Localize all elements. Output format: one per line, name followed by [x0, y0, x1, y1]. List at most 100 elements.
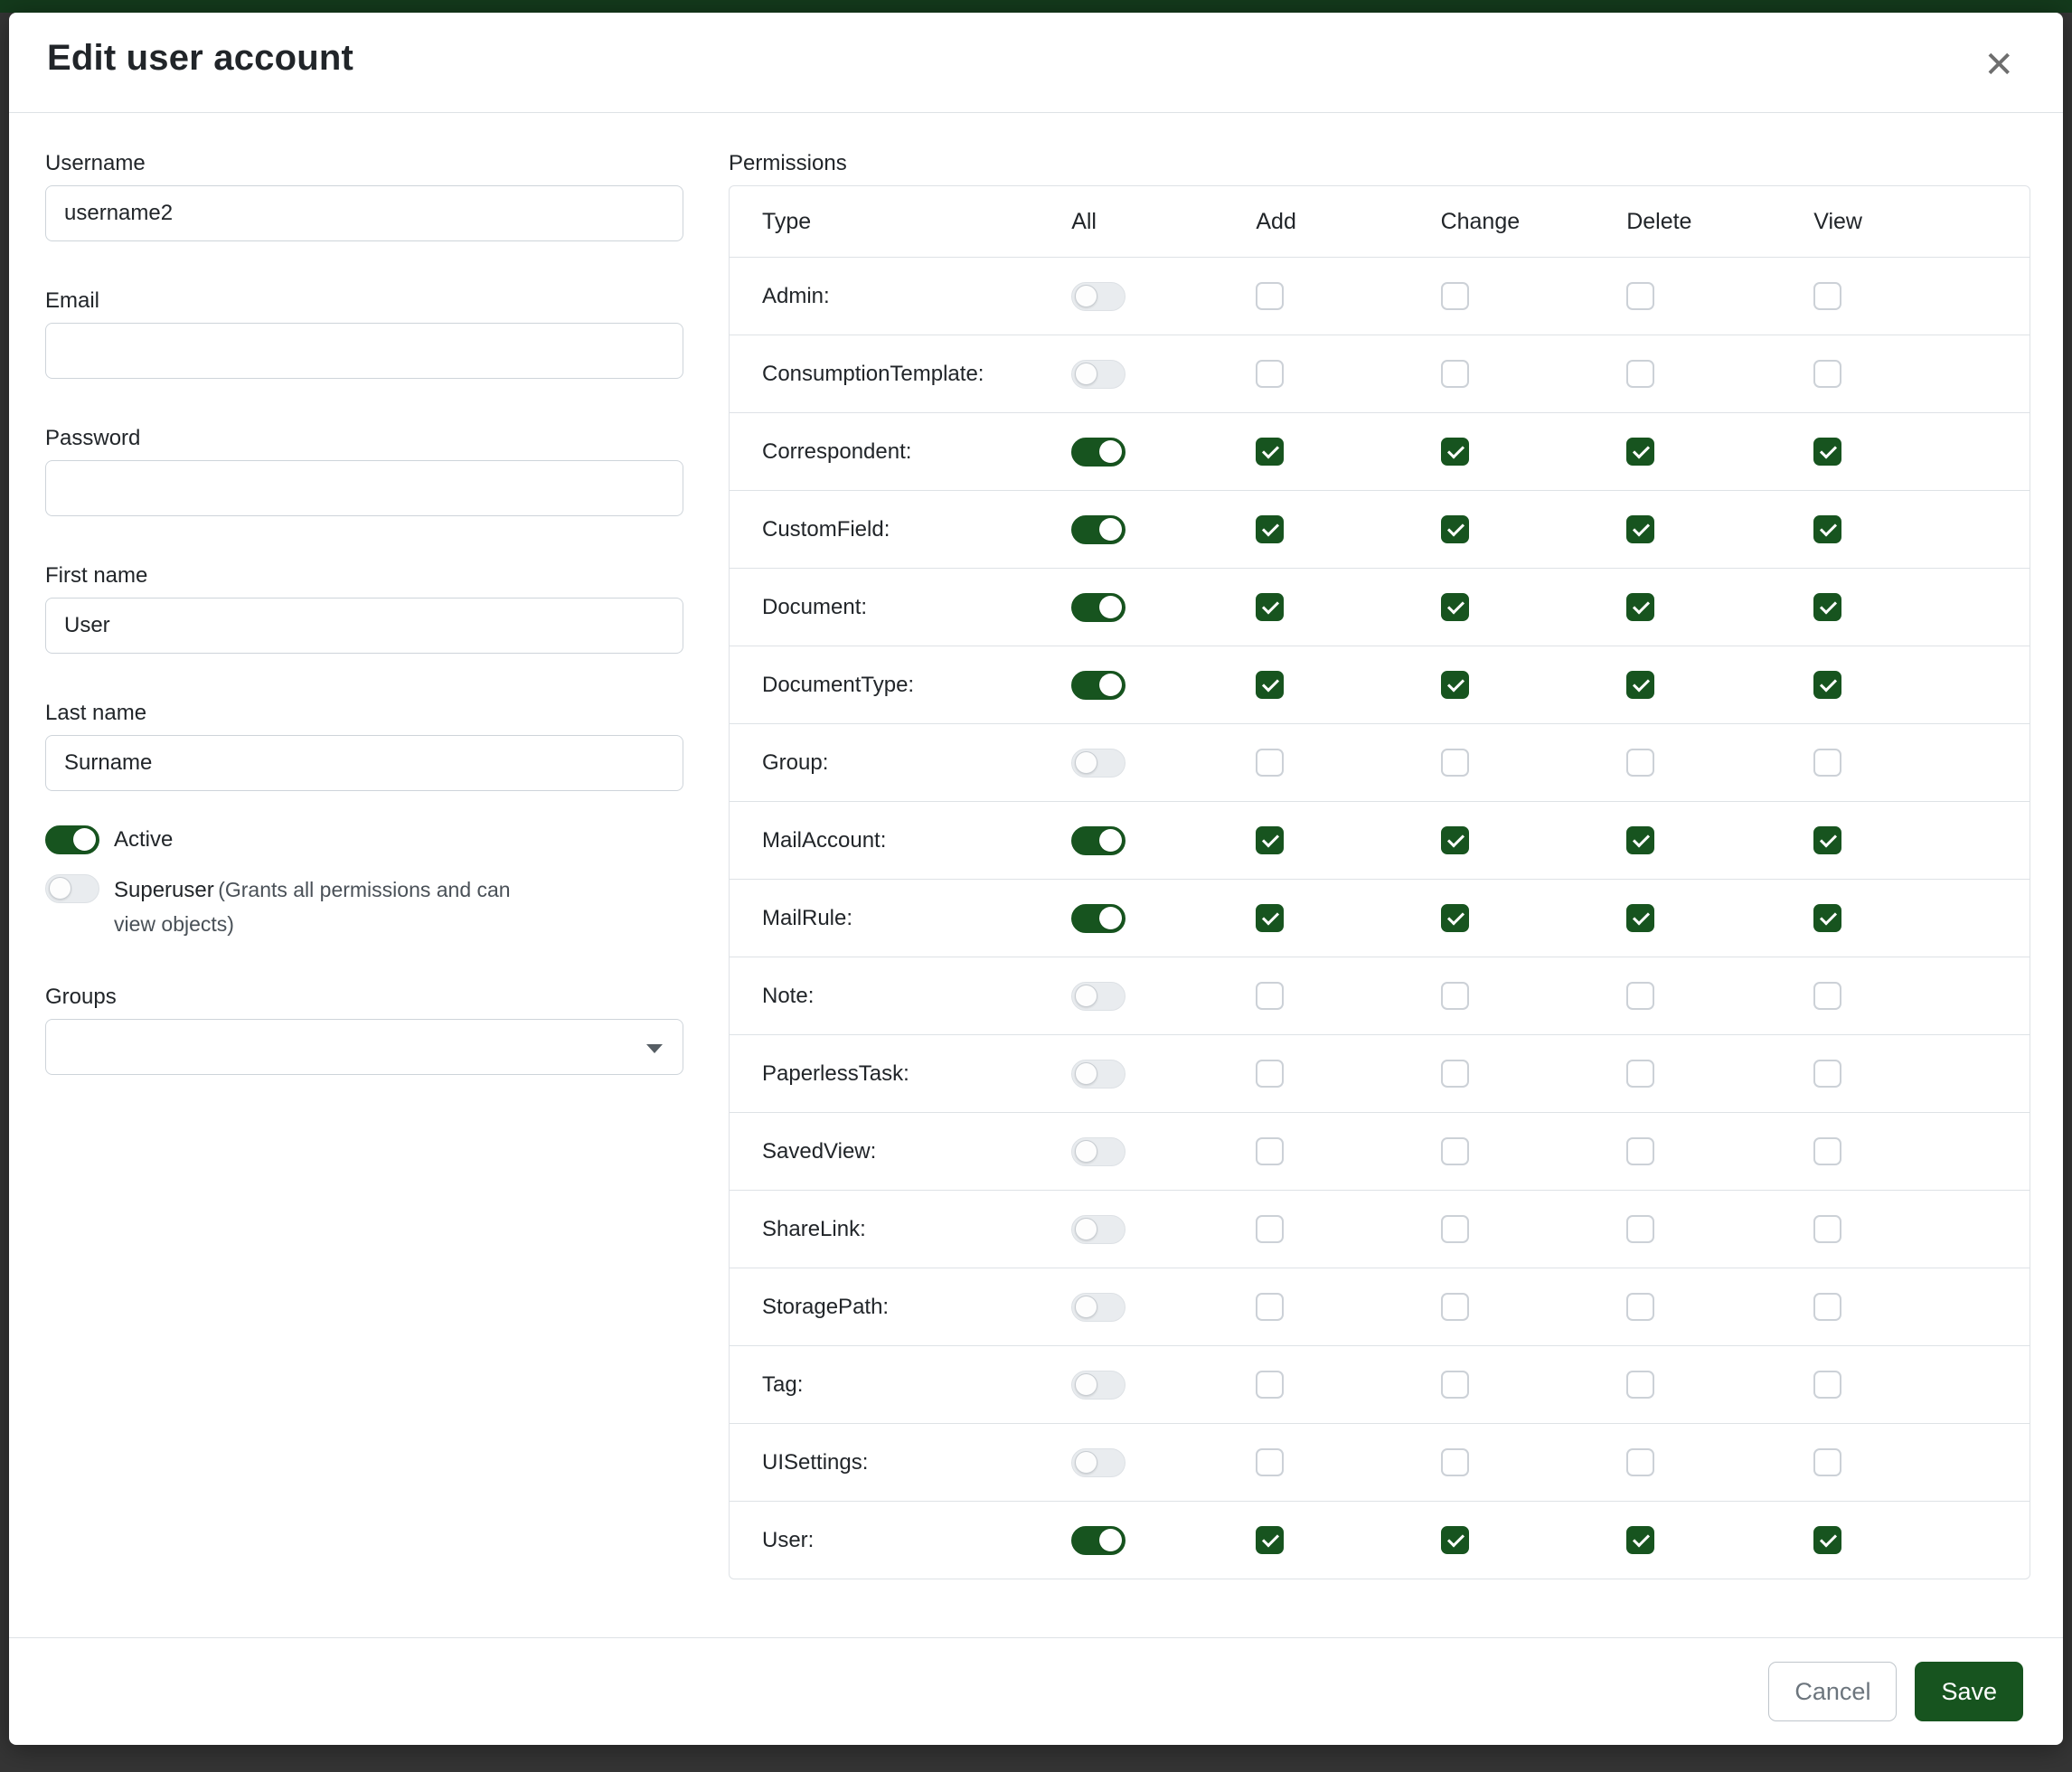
permission-view-checkbox[interactable]: [1813, 282, 1841, 310]
permission-view-checkbox[interactable]: [1813, 1215, 1841, 1243]
permission-all-toggle[interactable]: [1071, 1060, 1125, 1089]
username-input[interactable]: [45, 185, 683, 241]
permission-delete-checkbox[interactable]: [1626, 671, 1654, 699]
permission-all-toggle[interactable]: [1071, 360, 1125, 389]
permission-all-toggle[interactable]: [1071, 826, 1125, 855]
permission-delete-checkbox[interactable]: [1626, 1060, 1654, 1088]
permission-add-checkbox[interactable]: [1256, 1293, 1284, 1321]
permission-change-checkbox[interactable]: [1441, 1060, 1469, 1088]
permission-change-checkbox[interactable]: [1441, 360, 1469, 388]
permission-view-checkbox[interactable]: [1813, 982, 1841, 1010]
permission-add-checkbox[interactable]: [1256, 1137, 1284, 1165]
permission-view-checkbox[interactable]: [1813, 826, 1841, 854]
permission-delete-checkbox[interactable]: [1626, 1215, 1654, 1243]
permission-all-toggle[interactable]: [1071, 1137, 1125, 1166]
permission-add-checkbox[interactable]: [1256, 1526, 1284, 1554]
permission-delete-checkbox[interactable]: [1626, 749, 1654, 777]
permission-all-toggle[interactable]: [1071, 1371, 1125, 1400]
permission-view-checkbox[interactable]: [1813, 1293, 1841, 1321]
permission-change-checkbox[interactable]: [1441, 671, 1469, 699]
permission-delete-checkbox[interactable]: [1626, 360, 1654, 388]
permission-delete-checkbox[interactable]: [1626, 1448, 1654, 1476]
permission-all-toggle[interactable]: [1071, 438, 1125, 467]
permission-delete-checkbox[interactable]: [1626, 282, 1654, 310]
permission-change-checkbox[interactable]: [1441, 1293, 1469, 1321]
permission-change-checkbox[interactable]: [1441, 904, 1469, 932]
permission-delete-checkbox[interactable]: [1626, 1526, 1654, 1554]
permission-add-checkbox[interactable]: [1256, 360, 1284, 388]
permission-delete-checkbox[interactable]: [1626, 904, 1654, 932]
permission-all-toggle[interactable]: [1071, 1293, 1125, 1322]
permission-add-checkbox[interactable]: [1256, 671, 1284, 699]
permission-delete-checkbox[interactable]: [1626, 982, 1654, 1010]
permission-view-checkbox[interactable]: [1813, 515, 1841, 543]
permission-all-toggle[interactable]: [1071, 671, 1125, 700]
permission-change-checkbox[interactable]: [1441, 749, 1469, 777]
permission-change-checkbox[interactable]: [1441, 1371, 1469, 1399]
superuser-label: Superuser: [114, 878, 214, 902]
groups-select[interactable]: [45, 1019, 683, 1075]
permission-view-checkbox[interactable]: [1813, 749, 1841, 777]
permission-all-toggle[interactable]: [1071, 749, 1125, 778]
permission-change-checkbox[interactable]: [1441, 515, 1469, 543]
permission-type-label: Correspondent:: [730, 439, 1071, 465]
permission-change-checkbox[interactable]: [1441, 982, 1469, 1010]
permission-all-toggle[interactable]: [1071, 1526, 1125, 1555]
permission-delete-checkbox[interactable]: [1626, 593, 1654, 621]
permission-view-checkbox[interactable]: [1813, 593, 1841, 621]
permission-all-toggle[interactable]: [1071, 515, 1125, 544]
permission-view-checkbox[interactable]: [1813, 1526, 1841, 1554]
permission-change-checkbox[interactable]: [1441, 282, 1469, 310]
permission-change-checkbox[interactable]: [1441, 1215, 1469, 1243]
password-field[interactable]: [45, 460, 683, 516]
permission-add-checkbox[interactable]: [1256, 515, 1284, 543]
save-button[interactable]: Save: [1915, 1662, 2023, 1721]
permission-view-checkbox[interactable]: [1813, 438, 1841, 466]
permission-add-checkbox[interactable]: [1256, 749, 1284, 777]
permission-delete-checkbox[interactable]: [1626, 1137, 1654, 1165]
permission-add-checkbox[interactable]: [1256, 1060, 1284, 1088]
permission-delete-checkbox[interactable]: [1626, 1293, 1654, 1321]
permission-view-checkbox[interactable]: [1813, 1371, 1841, 1399]
cancel-button[interactable]: Cancel: [1768, 1662, 1897, 1721]
permission-change-checkbox[interactable]: [1441, 593, 1469, 621]
permission-add-checkbox[interactable]: [1256, 904, 1284, 932]
permission-add-checkbox[interactable]: [1256, 1371, 1284, 1399]
permission-view-checkbox[interactable]: [1813, 904, 1841, 932]
permission-change-checkbox[interactable]: [1441, 1448, 1469, 1476]
permission-view-checkbox[interactable]: [1813, 671, 1841, 699]
permission-view-checkbox[interactable]: [1813, 1060, 1841, 1088]
permission-change-checkbox[interactable]: [1441, 826, 1469, 854]
permission-view-checkbox[interactable]: [1813, 1137, 1841, 1165]
permission-delete-checkbox[interactable]: [1626, 438, 1654, 466]
permission-delete-checkbox[interactable]: [1626, 1371, 1654, 1399]
first-name-field[interactable]: [45, 598, 683, 654]
close-icon[interactable]: ✕: [1974, 40, 2023, 90]
permission-view-checkbox[interactable]: [1813, 360, 1841, 388]
username-label: Username: [45, 151, 683, 176]
permission-add-checkbox[interactable]: [1256, 438, 1284, 466]
permission-delete-checkbox[interactable]: [1626, 515, 1654, 543]
superuser-toggle[interactable]: [45, 874, 99, 903]
permission-change-checkbox[interactable]: [1441, 1137, 1469, 1165]
permission-change-checkbox[interactable]: [1441, 1526, 1469, 1554]
permission-all-toggle[interactable]: [1071, 282, 1125, 311]
permission-add-checkbox[interactable]: [1256, 1215, 1284, 1243]
permission-all-toggle[interactable]: [1071, 1215, 1125, 1244]
permission-add-checkbox[interactable]: [1256, 282, 1284, 310]
permission-add-checkbox[interactable]: [1256, 593, 1284, 621]
permission-change-checkbox[interactable]: [1441, 438, 1469, 466]
permission-view-checkbox[interactable]: [1813, 1448, 1841, 1476]
email-field[interactable]: [45, 323, 683, 379]
permission-row: Document:: [730, 568, 2030, 646]
last-name-field[interactable]: [45, 735, 683, 791]
permission-add-checkbox[interactable]: [1256, 1448, 1284, 1476]
active-toggle[interactable]: [45, 825, 99, 854]
permission-all-toggle[interactable]: [1071, 904, 1125, 933]
permission-all-toggle[interactable]: [1071, 1448, 1125, 1477]
permission-all-toggle[interactable]: [1071, 982, 1125, 1011]
permission-delete-checkbox[interactable]: [1626, 826, 1654, 854]
permission-add-checkbox[interactable]: [1256, 982, 1284, 1010]
permission-all-toggle[interactable]: [1071, 593, 1125, 622]
permission-add-checkbox[interactable]: [1256, 826, 1284, 854]
